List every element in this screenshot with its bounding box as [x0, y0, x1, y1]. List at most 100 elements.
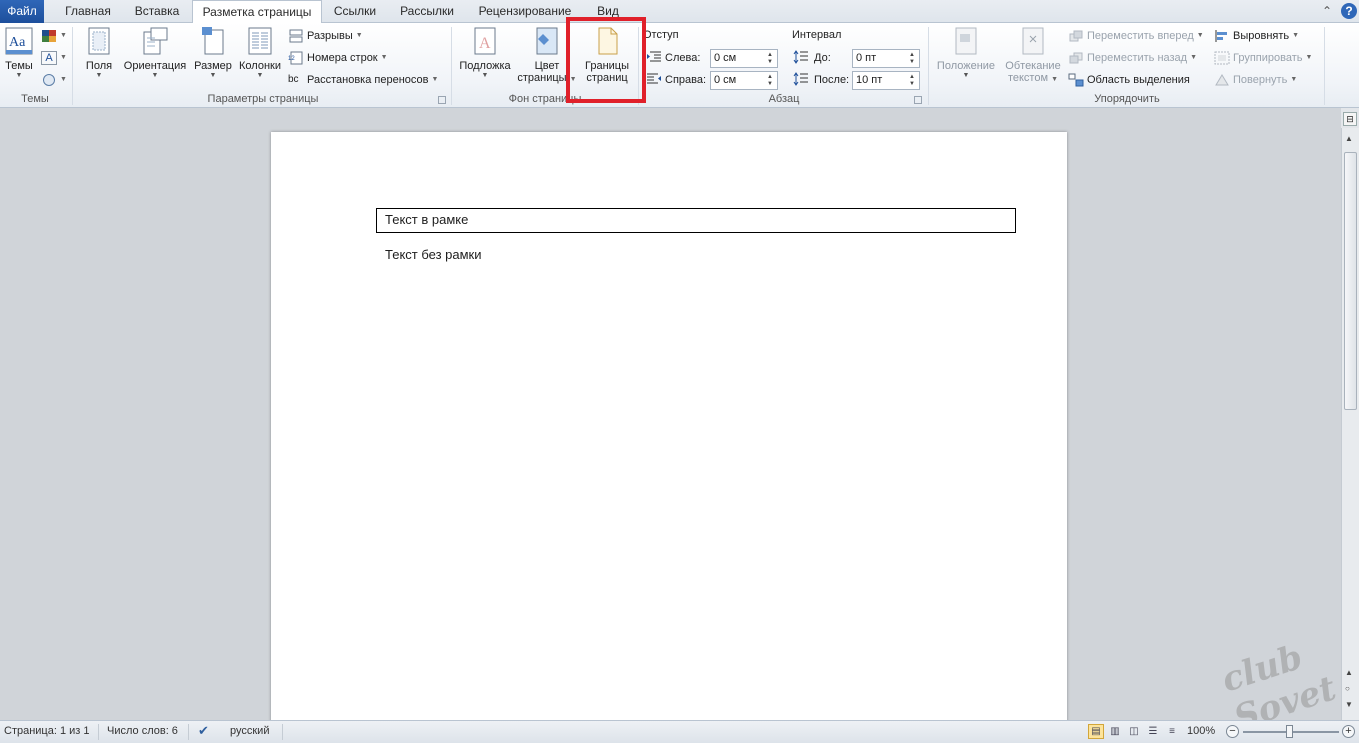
- spin-down-icon[interactable]: ▼: [765, 58, 775, 66]
- theme-colors-button[interactable]: ▼: [41, 26, 67, 46]
- web-layout-icon[interactable]: ◫: [1126, 724, 1142, 739]
- align-icon: [1214, 29, 1230, 43]
- theme-fonts-icon: A: [41, 51, 57, 65]
- spacing-after-icon: [793, 72, 809, 86]
- indent-left-input[interactable]: 0 см ▲ ▼: [710, 49, 778, 68]
- indent-right-input[interactable]: 0 см ▲ ▼: [710, 71, 778, 90]
- hyphenation-button[interactable]: bc Расстановка переносов ▼: [288, 70, 438, 90]
- hyphenation-icon: bc: [288, 74, 299, 85]
- group-label-page-setup: Параметры страницы: [207, 93, 319, 105]
- selection-pane-icon: [1068, 73, 1084, 87]
- draft-view-icon[interactable]: ≡: [1164, 724, 1180, 739]
- scrollbar-thumb[interactable]: [1344, 152, 1357, 410]
- columns-button[interactable]: Колонки ▼: [236, 26, 284, 80]
- size-button[interactable]: Размер ▼: [192, 26, 234, 80]
- theme-effects-button[interactable]: ▼: [41, 70, 67, 90]
- indent-title: Отступ: [643, 29, 679, 41]
- zoom-in-icon[interactable]: +: [1342, 725, 1355, 738]
- bring-forward-icon: [1068, 29, 1084, 43]
- rotate-icon: [1214, 73, 1230, 87]
- spin-down-icon[interactable]: ▼: [765, 80, 775, 88]
- page-count-status[interactable]: Страница: 1 из 1: [4, 725, 90, 737]
- language-status[interactable]: русский: [230, 725, 269, 737]
- tab-home[interactable]: Главная: [52, 0, 124, 23]
- svg-text:A: A: [479, 35, 491, 52]
- page-color-icon: [533, 26, 561, 56]
- align-button[interactable]: Выровнять ▼: [1214, 26, 1299, 46]
- group-label-themes: Темы: [21, 93, 49, 105]
- wrap-text-button[interactable]: Обтекание текстом ▼: [1000, 26, 1066, 86]
- tab-review[interactable]: Рецензирование: [468, 0, 582, 23]
- position-icon: [952, 26, 980, 56]
- chevron-down-icon: ▼: [15, 72, 23, 79]
- spin-down-icon[interactable]: ▼: [907, 58, 917, 66]
- theme-effects-icon: [41, 73, 57, 87]
- document-page[interactable]: Текст в рамке Текст без рамки: [271, 132, 1067, 732]
- margins-button[interactable]: Поля ▼: [80, 26, 118, 80]
- group-separator: [1324, 27, 1325, 105]
- themes-button[interactable]: Aa Темы ▼: [2, 26, 36, 80]
- bring-forward-button[interactable]: Переместить вперед ▼: [1068, 26, 1204, 46]
- orientation-icon: [141, 26, 169, 56]
- plain-paragraph[interactable]: Текст без рамки: [385, 247, 482, 262]
- group-label-paragraph: Абзац: [768, 93, 800, 105]
- status-bar: Страница: 1 из 1 Число слов: 6 ✔ русский…: [0, 720, 1359, 743]
- line-numbers-icon: 12: [288, 51, 304, 65]
- selection-pane-button[interactable]: Область выделения: [1068, 70, 1190, 90]
- indent-left-icon: [646, 50, 662, 64]
- chevron-down-icon: ▼: [151, 72, 159, 79]
- tab-references[interactable]: Ссылки: [324, 0, 386, 23]
- spin-down-icon[interactable]: ▼: [907, 80, 917, 88]
- themes-icon: Aa: [5, 26, 33, 56]
- tab-mailings[interactable]: Рассылки: [390, 0, 464, 23]
- watermark-icon: A: [471, 26, 499, 56]
- margins-icon: [85, 26, 113, 56]
- ribbon: Aa Темы ▼ ▼ A ▼ ▼ Темы Поля ▼ Ориентация …: [0, 23, 1359, 108]
- zoom-out-icon[interactable]: −: [1226, 725, 1239, 738]
- framed-paragraph[interactable]: Текст в рамке: [376, 208, 1016, 233]
- spacing-title: Интервал: [792, 29, 842, 41]
- breaks-button[interactable]: Разрывы ▼: [288, 26, 363, 46]
- position-button[interactable]: Положение ▼: [933, 26, 999, 80]
- rotate-button[interactable]: Повернуть ▼: [1214, 70, 1297, 90]
- svg-text:12: 12: [288, 56, 295, 62]
- group-separator: [72, 27, 73, 105]
- spacing-before-icon: [793, 50, 809, 64]
- breaks-icon: [288, 29, 304, 43]
- scroll-up-icon[interactable]: ▲: [1345, 134, 1353, 143]
- orientation-button[interactable]: Ориентация ▼: [120, 26, 190, 80]
- minimize-ribbon-icon[interactable]: ⌃: [1319, 3, 1335, 19]
- send-backward-icon: [1068, 51, 1084, 65]
- theme-fonts-button[interactable]: A ▼: [41, 48, 67, 68]
- watermark-button[interactable]: A Подложка ▼: [456, 26, 514, 80]
- group-objects-button[interactable]: Группировать ▼: [1214, 48, 1312, 68]
- group-objects-icon: [1214, 51, 1230, 65]
- tab-insert[interactable]: Вставка: [124, 0, 190, 23]
- group-label-arrange: Упорядочить: [1094, 93, 1160, 105]
- line-numbers-button[interactable]: 12 Номера строк ▼: [288, 48, 388, 68]
- print-layout-icon[interactable]: ▤: [1088, 724, 1104, 739]
- send-backward-button[interactable]: Переместить назад ▼: [1068, 48, 1197, 68]
- zoom-slider-thumb[interactable]: [1286, 725, 1293, 738]
- tab-page-layout[interactable]: Разметка страницы: [192, 0, 322, 24]
- dialog-launcher-icon[interactable]: [438, 96, 446, 104]
- chevron-down-icon: ▼: [95, 72, 103, 79]
- spacing-after-input[interactable]: 10 пт ▲ ▼: [852, 71, 920, 90]
- tab-file[interactable]: Файл: [0, 0, 44, 23]
- spacing-before-input[interactable]: 0 пт ▲ ▼: [852, 49, 920, 68]
- page-size-icon: [199, 26, 227, 56]
- help-icon[interactable]: ?: [1341, 3, 1357, 19]
- ruler-toggle-icon[interactable]: ⊟: [1343, 112, 1357, 126]
- dialog-launcher-icon[interactable]: [914, 96, 922, 104]
- proofing-icon[interactable]: ✔: [198, 723, 209, 739]
- chevron-down-icon: ▼: [256, 72, 264, 79]
- chevron-down-icon: ▼: [481, 72, 489, 79]
- outline-view-icon[interactable]: ☰: [1145, 724, 1161, 739]
- word-count-status[interactable]: Число слов: 6: [107, 725, 178, 737]
- ribbon-tab-bar: Файл Главная Вставка Разметка страницы С…: [0, 0, 1359, 24]
- full-screen-reading-icon[interactable]: ▥: [1107, 724, 1123, 739]
- chevron-down-icon: ▼: [962, 72, 970, 79]
- theme-colors-icon: [41, 29, 57, 43]
- columns-icon: [246, 26, 274, 56]
- zoom-level[interactable]: 100%: [1187, 725, 1215, 737]
